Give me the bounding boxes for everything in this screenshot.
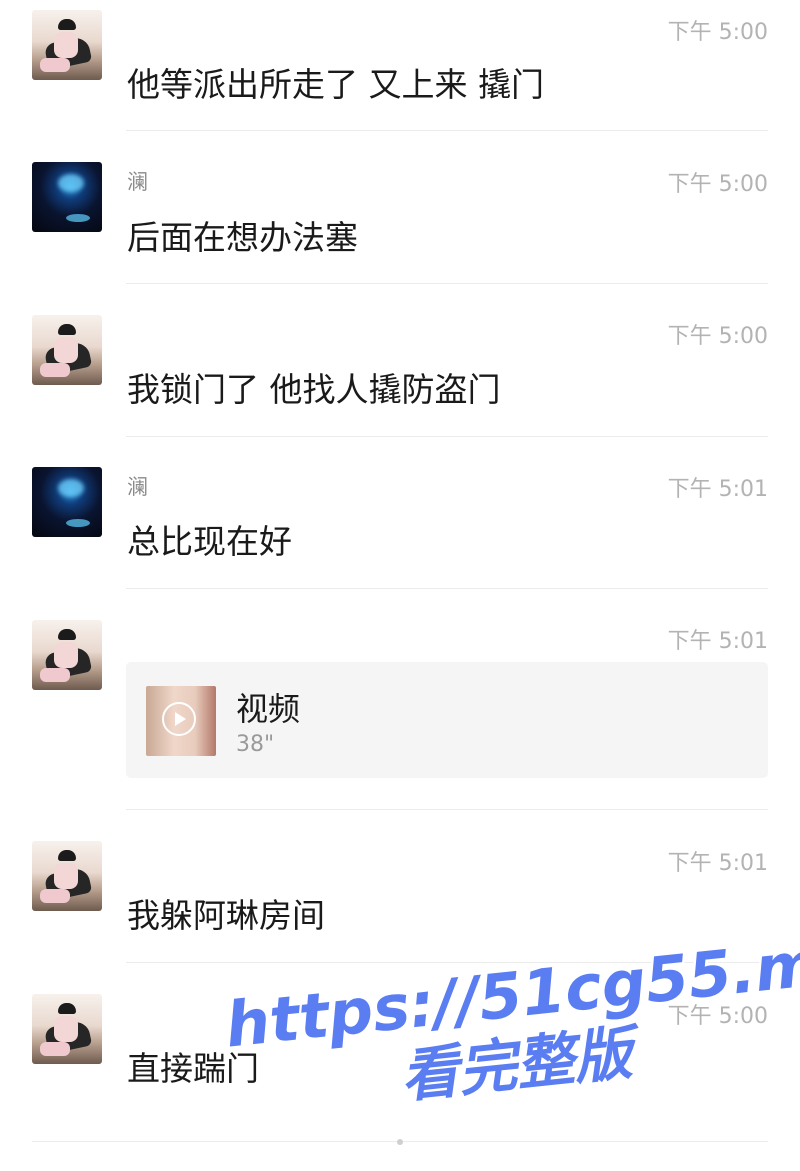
message-time: 下午 5:00 [667,20,768,45]
avatar[interactable] [32,162,102,232]
avatar[interactable] [32,315,102,385]
watermark: https://51cg55.me 看完整版 [222,922,800,1127]
divider [126,588,768,589]
sender-name[interactable]: 澜 [127,166,148,196]
play-icon[interactable] [162,702,196,736]
avatar[interactable] [32,841,102,911]
message-time: 下午 5:00 [667,172,768,197]
video-message-card[interactable]: 视频 38" [126,662,768,778]
avatar[interactable] [32,467,102,537]
message-text: 后面在想办法塞 [127,218,358,257]
divider [126,130,768,131]
message-text: 他等派出所走了 又上来 撬门 [127,65,544,104]
message-time: 下午 5:00 [667,324,768,349]
divider [126,436,768,437]
video-duration: 38" [236,732,275,757]
message-text: 总比现在好 [127,522,292,561]
video-thumbnail[interactable] [146,686,216,756]
video-title: 视频 [236,690,301,728]
avatar[interactable] [32,10,102,80]
message-time: 下午 5:01 [667,477,768,502]
avatar[interactable] [32,620,102,690]
message-text: 我锁门了 他找人撬防盗门 [127,370,501,409]
sender-name[interactable]: 澜 [127,471,148,501]
scroll-indicator [397,1139,403,1145]
message-time: 下午 5:01 [667,851,768,876]
message-time: 下午 5:01 [667,629,768,654]
avatar[interactable] [32,994,102,1064]
divider [126,809,768,810]
message-text: 我躲阿琳房间 [127,896,325,935]
divider [126,283,768,284]
chat-history-page: 下午 5:00 他等派出所走了 又上来 撬门 澜 下午 5:00 后面在想办法塞… [0,0,800,1171]
